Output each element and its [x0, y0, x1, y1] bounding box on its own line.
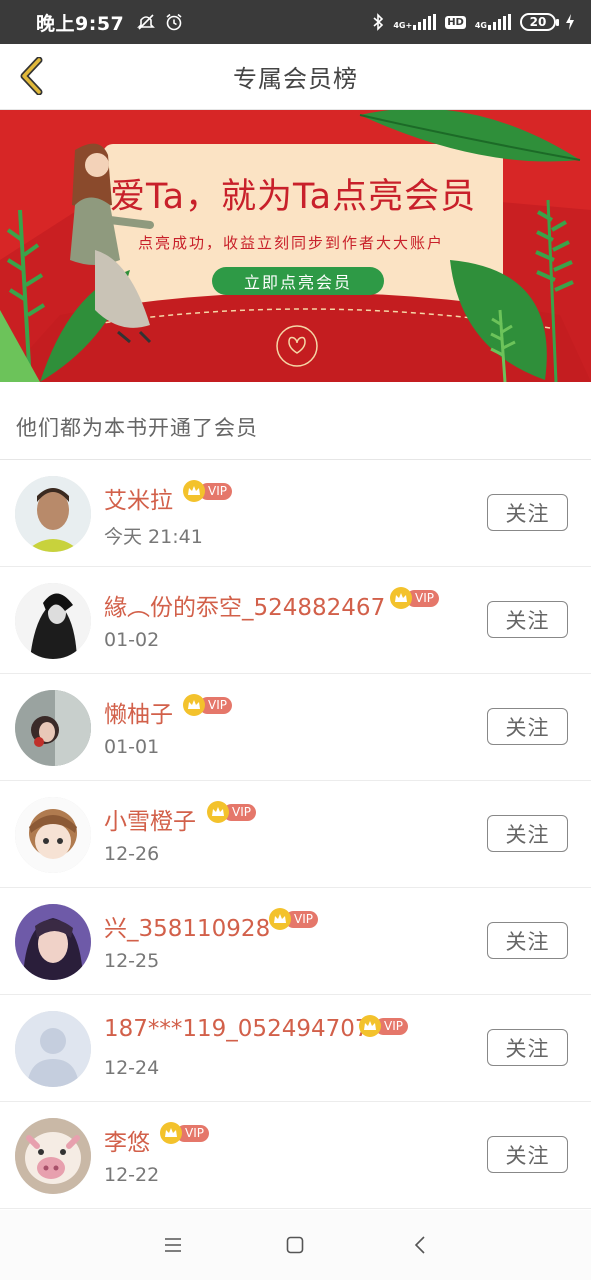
signal-icon [413, 14, 437, 30]
signal-2: 4G [475, 14, 511, 30]
vip-badge: VIP [183, 694, 232, 716]
member-name: 艾米拉 [104, 488, 173, 514]
status-right-icons: 4G+ HD 4G 20 [372, 13, 575, 31]
charging-icon [566, 14, 574, 30]
menu-icon [165, 1238, 181, 1252]
member-list: 艾米拉 VIP 今天 21:41 关注 緣︵份的忝空_524882467 VIP… [0, 460, 591, 1209]
vip-badge: VIP [359, 1015, 408, 1037]
follow-button[interactable]: 关注 [487, 1136, 568, 1173]
back-button[interactable] [10, 54, 54, 98]
section-title: 他们都为本书开通了会员 [16, 416, 258, 440]
member-name: 懒柚子 [104, 702, 173, 728]
banner-subtitle: 点亮成功，收益立刻同步到作者大大账户 [138, 234, 445, 252]
member-date: 今天 21:41 [104, 526, 203, 548]
back-chevron-icon [20, 57, 43, 95]
follow-button[interactable]: 关注 [487, 708, 568, 745]
avatar[interactable] [15, 583, 91, 659]
avatar[interactable] [15, 476, 91, 552]
member-name: 緣︵份的忝空_524882467 [104, 595, 386, 621]
avatar[interactable] [15, 690, 91, 766]
crown-icon [183, 480, 205, 502]
system-nav-bar [0, 1210, 591, 1280]
follow-button[interactable]: 关注 [487, 1029, 568, 1066]
member-date: 12-25 [104, 950, 160, 972]
member-name: 187***119_052494707 [104, 1016, 370, 1042]
list-item[interactable]: 兴_358110928 VIP 12-25 关注 [0, 888, 591, 995]
battery-level: 20 [529, 15, 547, 29]
mute-icon [137, 14, 156, 30]
network-label-1: 4G+ [393, 21, 413, 30]
vip-badge: VIP [390, 587, 439, 609]
crown-icon [269, 908, 291, 930]
member-name: 李悠 [104, 1130, 150, 1156]
list-item[interactable]: 艾米拉 VIP 今天 21:41 关注 [0, 460, 591, 567]
battery-icon: 20 [520, 13, 559, 31]
vip-badge: VIP [207, 801, 256, 823]
member-date: 01-02 [104, 629, 160, 651]
list-item[interactable]: 緣︵份的忝空_524882467 VIP 01-02 关注 [0, 567, 591, 674]
avatar[interactable] [15, 904, 91, 980]
signal-1: 4G+ [393, 14, 437, 30]
member-name: 兴_358110928 [104, 916, 271, 942]
avatar[interactable] [15, 797, 91, 873]
avatar[interactable] [15, 1118, 91, 1194]
list-item[interactable]: 李悠 VIP 12-22 关注 [0, 1102, 591, 1209]
vip-badge: VIP [160, 1122, 209, 1144]
list-item[interactable]: 187***119_052494707 VIP 12-24 关注 [0, 995, 591, 1102]
crown-icon [207, 801, 229, 823]
header: 专属会员榜 [0, 44, 591, 110]
list-item[interactable]: 小雪橙子 VIP 12-26 关注 [0, 781, 591, 888]
member-date: 01-01 [104, 736, 160, 758]
banner-headline: 爱Ta，就为Ta点亮会员 [110, 177, 477, 217]
crown-icon [183, 694, 205, 716]
follow-button[interactable]: 关注 [487, 815, 568, 852]
page-title: 专属会员榜 [233, 65, 358, 93]
promo-banner[interactable]: 爱Ta，就为Ta点亮会员 点亮成功，收益立刻同步到作者大大账户 立即点亮会员 [0, 110, 591, 382]
follow-button[interactable]: 关注 [487, 601, 568, 638]
vip-badge: VIP [269, 908, 318, 930]
home-square-icon [286, 1236, 304, 1254]
alarm-icon [166, 13, 182, 31]
vip-badge: VIP [183, 480, 232, 502]
signal-icon [488, 14, 511, 30]
light-up-member-button[interactable]: 立即点亮会员 [212, 267, 384, 295]
crown-icon [160, 1122, 182, 1144]
network-label-2: 4G [474, 21, 487, 30]
status-left-icons [136, 12, 184, 32]
bluetooth-icon [373, 13, 384, 31]
status-time: 晚上9:57 [36, 12, 125, 35]
list-item[interactable]: 懒柚子 VIP 01-01 关注 [0, 674, 591, 781]
member-date: 12-24 [104, 1057, 160, 1079]
follow-button[interactable]: 关注 [487, 922, 568, 959]
member-date: 12-22 [104, 1164, 160, 1186]
member-date: 12-26 [104, 843, 160, 865]
nav-back-button[interactable] [400, 1230, 440, 1260]
status-bar: 晚上9:57 4G+ HD 4G 20 [0, 0, 591, 44]
crown-icon [390, 587, 412, 609]
member-name: 小雪橙子 [104, 809, 196, 835]
nav-home-button[interactable] [275, 1230, 315, 1260]
follow-button[interactable]: 关注 [487, 494, 568, 531]
back-triangle-icon [414, 1236, 425, 1254]
crown-icon [359, 1015, 381, 1037]
nav-menu-button[interactable] [153, 1230, 193, 1260]
avatar[interactable] [15, 1011, 91, 1087]
hd-icon: HD [445, 15, 466, 29]
